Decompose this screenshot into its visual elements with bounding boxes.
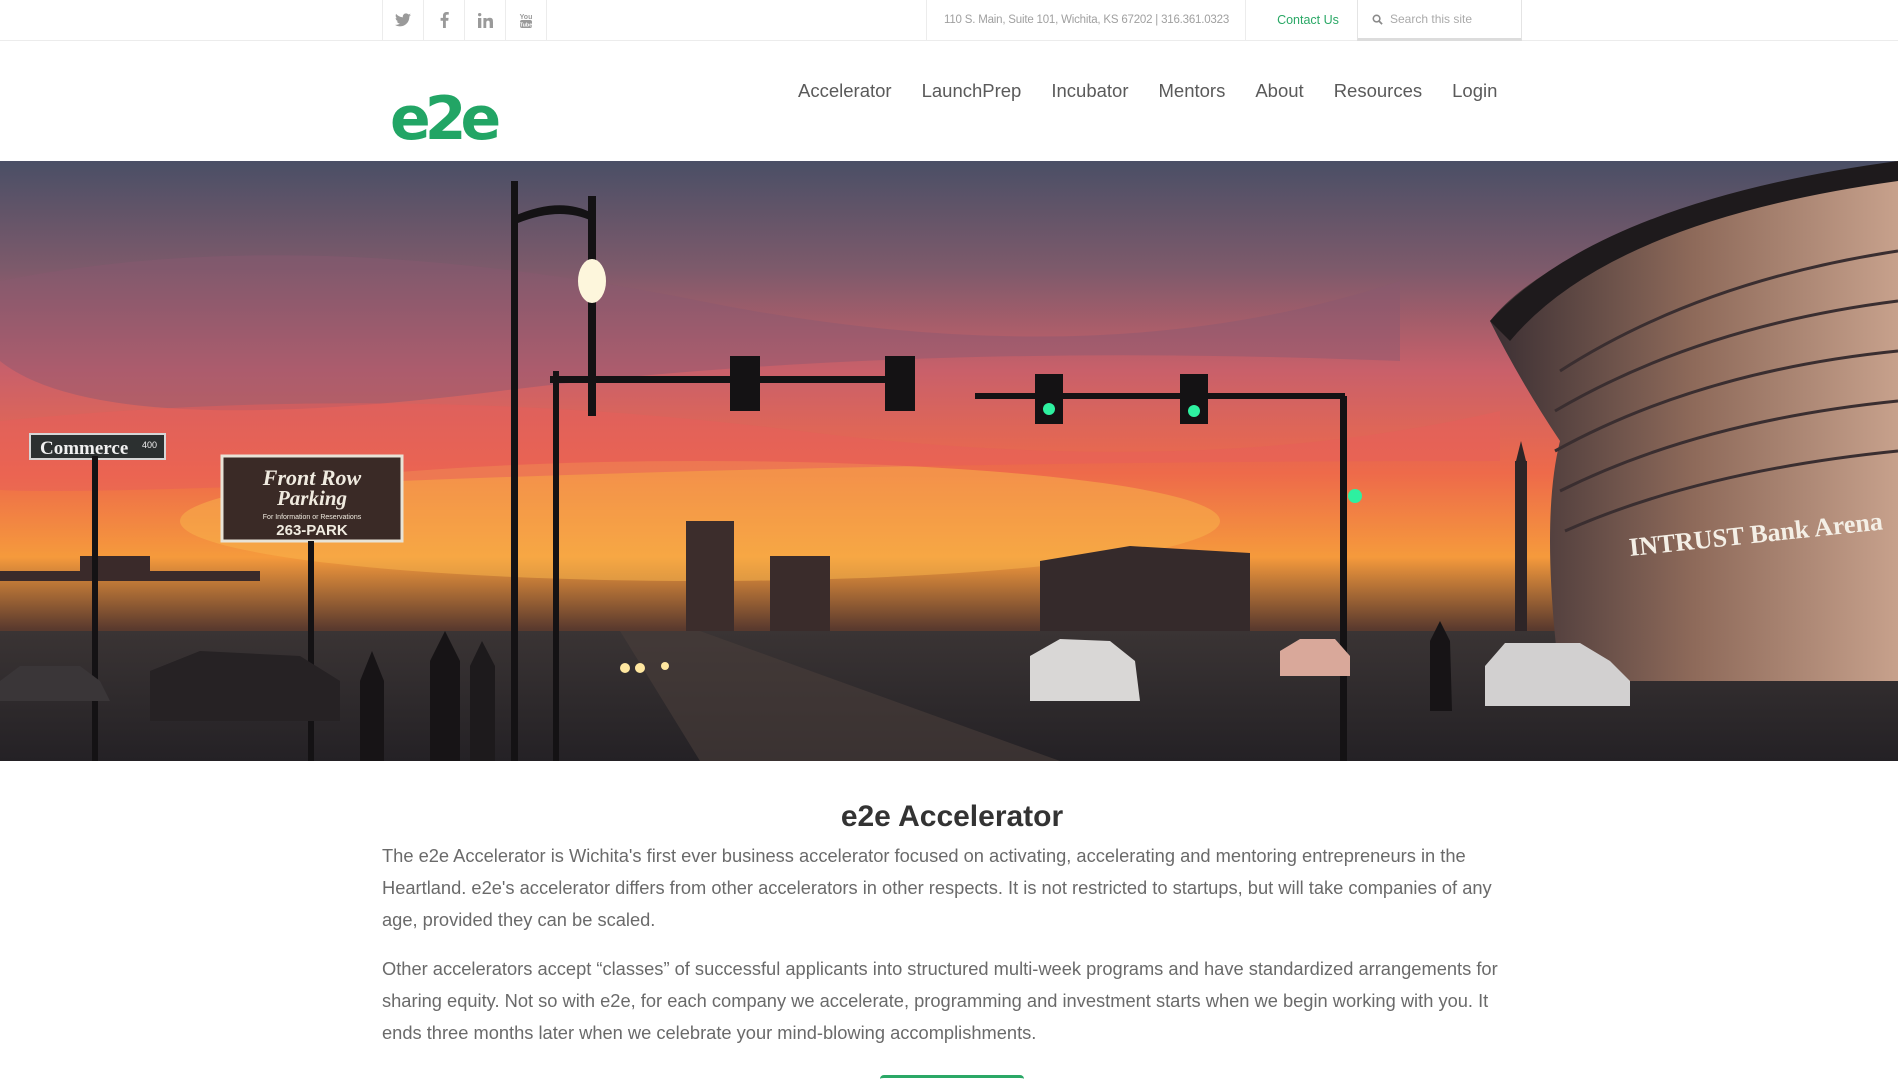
twitter-icon xyxy=(395,13,411,27)
main-nav: Accelerator LaunchPrep Incubator Mentors… xyxy=(798,41,1497,141)
nav-resources[interactable]: Resources xyxy=(1334,80,1422,102)
svg-text:You: You xyxy=(520,14,533,21)
twitter-link[interactable] xyxy=(383,0,424,40)
site-header: e2e Accelerator LaunchPrep Incubator Men… xyxy=(0,41,1898,161)
street-lamp-light xyxy=(578,259,606,303)
linkedin-icon xyxy=(477,12,493,28)
nav-login[interactable]: Login xyxy=(1452,80,1497,102)
facebook-link[interactable] xyxy=(424,0,465,40)
svg-text:400: 400 xyxy=(142,440,157,450)
main-content: e2e Accelerator The e2e Accelerator is W… xyxy=(382,800,1522,1066)
intro-paragraph: The e2e Accelerator is Wichita's first e… xyxy=(382,845,1492,930)
contact-us-link[interactable]: Contact Us xyxy=(1259,0,1357,40)
svg-text:e2e: e2e xyxy=(390,84,498,149)
page-title: e2e Accelerator xyxy=(840,800,1064,833)
social-links: You Tube xyxy=(382,0,547,40)
svg-text:For Information or Reservation: For Information or Reservations xyxy=(263,514,362,521)
cta-button[interactable] xyxy=(880,1075,1024,1088)
nav-accelerator[interactable]: Accelerator xyxy=(798,80,892,102)
facebook-icon xyxy=(440,12,449,28)
nav-about[interactable]: About xyxy=(1255,80,1303,102)
address-phone: 110 S. Main, Suite 101, Wichita, KS 6720… xyxy=(926,0,1247,40)
search-box xyxy=(1357,0,1522,41)
top-bar: You Tube 110 S. Main, Suite 101, Wichita,… xyxy=(0,0,1898,41)
youtube-icon: YouTube xyxy=(520,14,533,29)
youtube-link[interactable]: You Tube xyxy=(506,0,547,40)
svg-text:Tube: Tube xyxy=(520,22,533,28)
svg-text:Commerce: Commerce xyxy=(40,438,128,459)
svg-text:Parking: Parking xyxy=(276,486,347,510)
search-icon[interactable] xyxy=(1372,14,1386,25)
linkedin-link[interactable] xyxy=(465,0,506,40)
svg-text:263-PARK: 263-PARK xyxy=(276,522,348,539)
second-paragraph: Other accelerators accept “classes” of s… xyxy=(382,958,1498,1043)
search-input[interactable] xyxy=(1390,12,1520,26)
nav-mentors[interactable]: Mentors xyxy=(1159,80,1226,102)
nav-launchprep[interactable]: LaunchPrep xyxy=(922,80,1022,102)
hero-image: INTRUST Bank Arena Commerce 400 Front Ro… xyxy=(0,161,1898,761)
e2e-logo[interactable]: e2e xyxy=(384,59,532,154)
nav-incubator[interactable]: Incubator xyxy=(1051,80,1128,102)
